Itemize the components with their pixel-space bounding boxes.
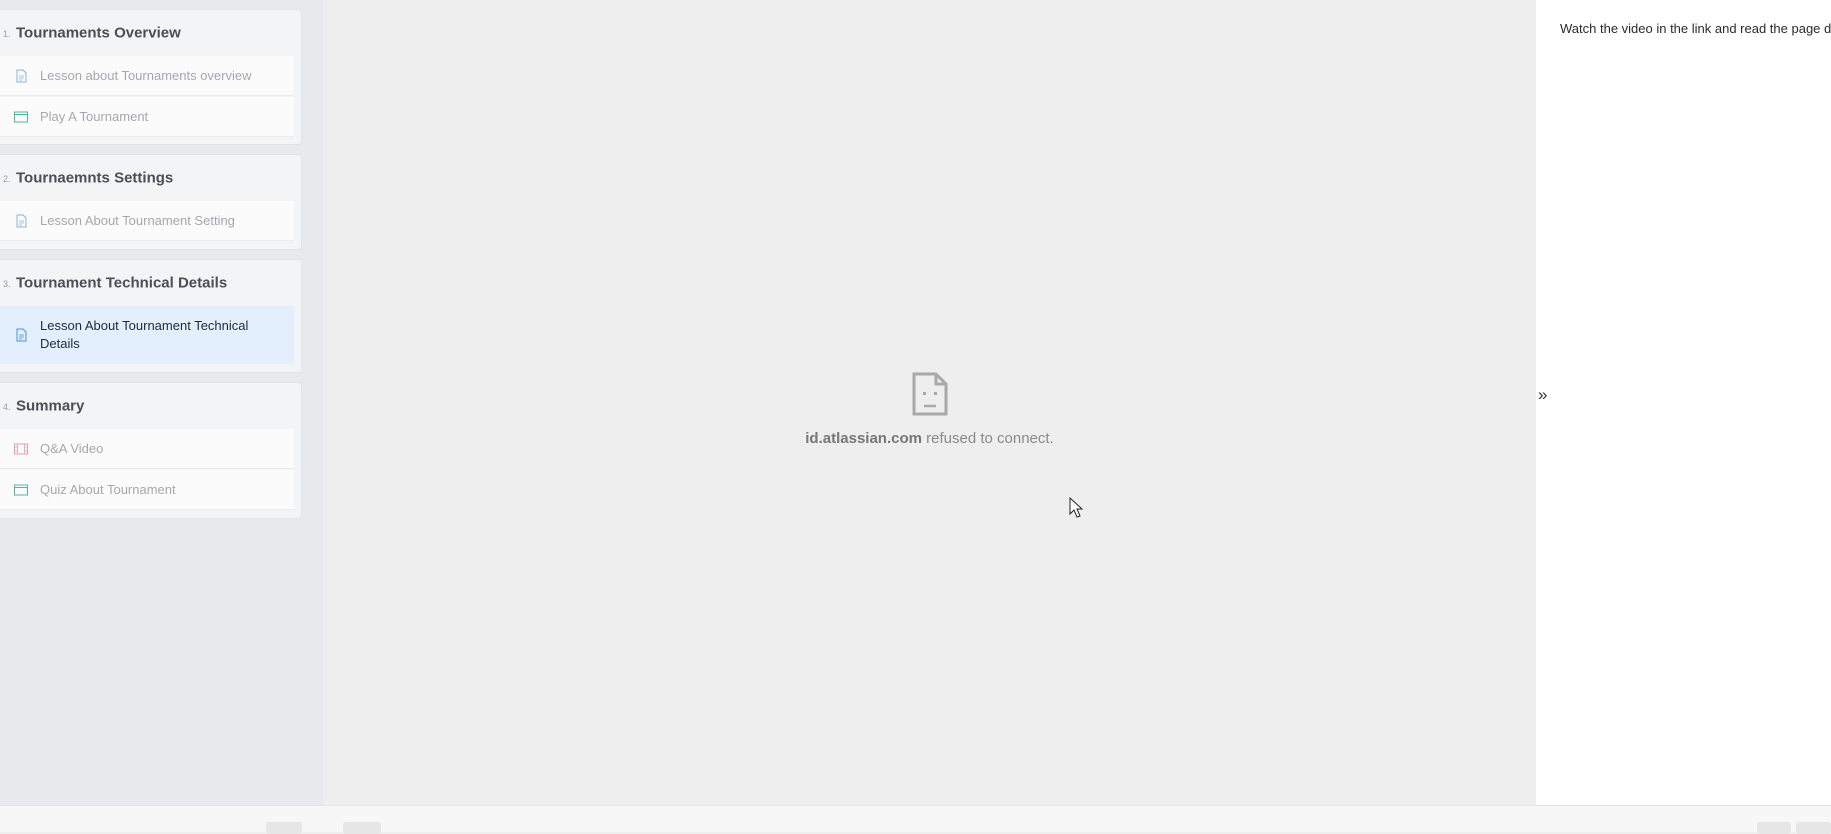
lesson-label: Lesson about Tournaments overview [40,68,252,83]
error-message: id.atlassian.com refused to connect. [323,430,1536,447]
document-icon [16,214,27,227]
bottom-control-button[interactable] [343,822,381,834]
section-title: Tournaemnts Settings [16,169,174,187]
connection-error: id.atlassian.com refused to connect. [323,372,1536,447]
section-title: Tournaments Overview [16,24,181,42]
instructions-text: Watch the video in the link and read the… [1560,21,1831,36]
lesson-item[interactable]: Quiz About Tournament [0,470,294,510]
section-header[interactable]: 1. Tournaments Overview [0,10,301,56]
sad-document-icon [912,372,947,416]
section-title: Summary [16,397,85,415]
film-icon [14,443,28,454]
lesson-item[interactable]: Q&A Video [0,429,294,469]
section-tournaments-overview: 1. Tournaments Overview Lesson about Tou… [0,9,302,145]
document-icon [16,328,27,341]
lesson-item[interactable]: Lesson about Tournaments overview [0,56,294,96]
instructions-panel: Watch the video in the link and read the… [1536,0,1831,805]
section-number: 1. [3,29,11,39]
browser-window-icon [14,111,28,122]
lesson-label: Lesson About Tournament Technical Detail… [40,317,249,351]
previous-button[interactable] [1757,822,1791,834]
browser-window-icon [14,484,28,495]
section-header[interactable]: 3. Tournament Technical Details [0,260,301,306]
lesson-label: Quiz About Tournament [40,482,176,497]
section-title: Tournament Technical Details [16,274,228,292]
lesson-item[interactable]: Lesson About Tournament Setting [0,201,294,241]
section-summary: 4. Summary Q&A Video Quiz About Tourname… [0,382,302,519]
mouse-pointer-icon [1069,497,1083,518]
lesson-label: Lesson About Tournament Setting [40,213,235,228]
section-tournament-technical-details: 3. Tournament Technical Details Lesson A… [0,259,302,373]
error-message-text: refused to connect. [921,430,1054,447]
section-number: 2. [3,174,11,184]
section-number: 3. [3,279,11,289]
lesson-label: Play A Tournament [40,109,149,124]
section-tournaments-settings: 2. Tournaemnts Settings Lesson About Tou… [0,154,302,250]
lesson-item-active[interactable]: Lesson About Tournament Technical Detail… [0,306,294,364]
section-number: 4. [3,402,11,412]
collapse-panel-button[interactable]: » [1538,385,1547,405]
document-icon [16,69,27,82]
section-header[interactable]: 2. Tournaemnts Settings [0,155,301,201]
sidebar-toggle-button[interactable] [266,822,302,834]
bottom-toolbar [0,805,1831,834]
section-header[interactable]: 4. Summary [0,383,301,429]
lesson-label: Q&A Video [40,441,104,456]
error-host: id.atlassian.com [805,430,922,447]
lesson-item[interactable]: Play A Tournament [0,97,294,137]
course-outline-sidebar: 1. Tournaments Overview Lesson about Tou… [0,0,323,805]
next-button[interactable] [1796,822,1831,834]
lesson-content-frame: id.atlassian.com refused to connect. [323,0,1536,805]
